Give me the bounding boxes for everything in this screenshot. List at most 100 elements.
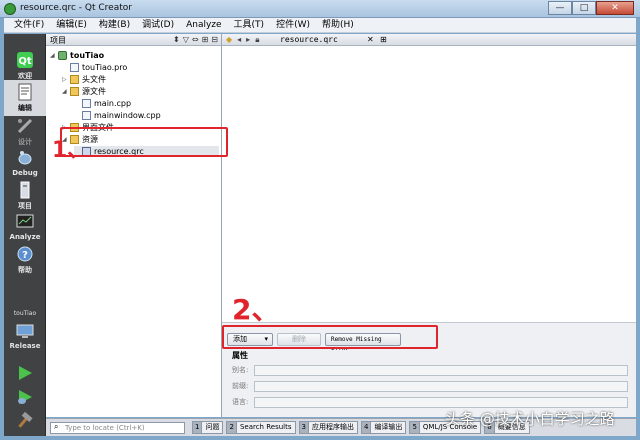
prefix-input[interactable]: [254, 381, 628, 392]
title-bar: resource.qrc - Qt Creator — □ ✕: [0, 0, 640, 18]
debug-run-icon[interactable]: [16, 388, 34, 406]
maximize-button[interactable]: □: [572, 1, 596, 15]
mode-edit[interactable]: 编辑: [4, 80, 46, 116]
qt-logo-icon: Qt: [17, 52, 33, 68]
tree-item-label: 源文件: [82, 87, 106, 96]
run-icon[interactable]: [16, 364, 34, 382]
mode-design[interactable]: 设计: [4, 114, 46, 150]
editor-file-name[interactable]: resource.qrc: [280, 35, 338, 44]
pane-number: 1: [193, 422, 203, 433]
tree-item-label: mainwindow.cpp: [94, 111, 161, 120]
mode-welcome[interactable]: Qt 欢迎: [4, 48, 46, 84]
mode-projects[interactable]: 项目: [4, 178, 46, 214]
alias-label: 别名:: [232, 366, 249, 374]
annotation-box-buttons: [222, 325, 438, 349]
pane-label: 编译输出: [374, 423, 403, 431]
alias-input[interactable]: [254, 365, 628, 376]
pane-application-output[interactable]: 3 应用程序输出: [298, 421, 358, 434]
tree-item-mainwindow-cpp[interactable]: mainwindow.cpp: [74, 110, 161, 121]
projects-icon: [20, 181, 30, 199]
menu-file[interactable]: 文件(F): [8, 18, 50, 33]
tree-item-pro-file[interactable]: touTiao.pro: [62, 62, 127, 73]
pane-issues[interactable]: 1 问题: [192, 421, 224, 434]
tree-item-sources[interactable]: ◢ 源文件: [62, 86, 106, 97]
close-panel-icon[interactable]: ⊟: [211, 35, 218, 44]
lock-icon: 🔒︎: [255, 35, 260, 44]
tree-item-label: touTiao: [70, 51, 105, 60]
tree-item-label: 头文件: [82, 75, 106, 84]
project-tree-panel: 项目 ⬍ ▽ ⇔ ⊞ ⊟ ◢ touTiao touTiao.pro ▷ 头文件…: [46, 34, 222, 417]
menu-edit[interactable]: 编辑(E): [50, 18, 93, 33]
pane-label: 问题: [205, 423, 220, 431]
help-icon: ?: [17, 246, 33, 262]
close-button[interactable]: ✕: [596, 1, 634, 15]
close-editor-icon[interactable]: ✕: [367, 35, 374, 44]
annotation-label-one: 1、: [52, 138, 90, 163]
project-panel-actions: ⬍ ▽ ⇔ ⊞ ⊟: [173, 35, 218, 44]
menu-build[interactable]: 构建(B): [93, 18, 136, 33]
pane-search-results[interactable]: 2 Search Results: [226, 421, 296, 434]
pane-number: 4: [361, 422, 372, 433]
editor-area[interactable]: [222, 46, 636, 322]
watermark: 头条 @技术小白学习之路: [445, 410, 615, 428]
analyze-icon: [16, 214, 34, 228]
forward-icon[interactable]: ▸: [246, 35, 250, 45]
editor-toolbar: ◆ ◂ ▸ 🔒︎ resource.qrc ✕ ⊞: [222, 34, 636, 46]
mode-analyze[interactable]: Analyze: [4, 210, 46, 246]
build-hammer-icon[interactable]: [16, 412, 34, 430]
minimize-button[interactable]: —: [548, 1, 572, 15]
filter-icon[interactable]: ▽: [183, 35, 189, 44]
expanded-arrow-icon[interactable]: ◢: [50, 50, 58, 61]
svg-text:?: ?: [22, 250, 28, 261]
search-icon: ⌕: [54, 422, 59, 431]
kit-build-config: Release: [9, 342, 41, 350]
properties-heading: 属性: [232, 351, 248, 360]
prefix-row: 前缀:: [232, 381, 632, 392]
back-icon[interactable]: ◂: [237, 35, 241, 45]
mode-label: Debug: [12, 169, 38, 177]
dropdown-arrow-icon[interactable]: ⬍: [173, 35, 180, 44]
split-editor-icon[interactable]: ⊞: [380, 35, 387, 44]
mode-debug[interactable]: Debug: [4, 146, 46, 182]
tree-item-label: touTiao.pro: [82, 63, 128, 72]
locator-input[interactable]: Type to locate (Ctrl+K): [50, 422, 185, 434]
cpp-file-icon: [82, 111, 91, 120]
debug-icon: [18, 151, 32, 165]
collapsed-arrow-icon[interactable]: ▷: [62, 74, 70, 85]
mode-label: 帮助: [18, 266, 32, 274]
cpp-file-icon: [82, 99, 91, 108]
mode-help[interactable]: ? 帮助: [4, 242, 46, 278]
menu-bar: 文件(F) 编辑(E) 构建(B) 调试(D) Analyze 工具(T) 控件…: [4, 18, 636, 33]
tree-item-project[interactable]: ◢ touTiao: [50, 50, 104, 61]
folder-icon: [70, 75, 79, 84]
menu-analyze[interactable]: Analyze: [180, 18, 227, 33]
properties-panel: 属性 别名: 前缀: 语言:: [222, 350, 636, 417]
project-icon: [58, 51, 67, 60]
kit-project-name: touTiao: [13, 310, 37, 317]
pane-label: 应用程序输出: [311, 423, 354, 431]
window-controls: — □ ✕: [548, 1, 634, 16]
language-label: 语言:: [232, 398, 249, 406]
pane-number: 2: [227, 422, 237, 433]
edit-icon: [18, 83, 32, 101]
language-input[interactable]: [254, 397, 628, 408]
tree-item-main-cpp[interactable]: main.cpp: [74, 98, 131, 109]
annotation-label-two: 2、: [232, 293, 280, 326]
pane-compile-output[interactable]: 4 编译输出: [360, 421, 407, 434]
menu-help[interactable]: 帮助(H): [316, 18, 360, 33]
project-panel-title: 项目: [50, 36, 66, 45]
link-icon[interactable]: ⇔: [192, 35, 199, 44]
editor-nav-icons: ◆ ◂ ▸ 🔒︎: [226, 35, 259, 45]
menu-widgets[interactable]: 控件(W): [270, 18, 316, 33]
folder-icon: [70, 87, 79, 96]
pane-number: 3: [299, 422, 309, 433]
split-icon[interactable]: ⊞: [202, 35, 209, 44]
menu-tools[interactable]: 工具(T): [228, 18, 271, 33]
expanded-arrow-icon[interactable]: ◢: [62, 86, 70, 97]
mode-label: Analyze: [9, 233, 41, 241]
bookmark-icon[interactable]: ◆: [226, 35, 232, 45]
menu-debug[interactable]: 调试(D): [136, 18, 180, 33]
kit-selector[interactable]: touTiao Release: [4, 310, 46, 350]
tree-item-headers[interactable]: ▷ 头文件: [62, 74, 106, 85]
window-title: resource.qrc - Qt Creator: [20, 3, 132, 13]
